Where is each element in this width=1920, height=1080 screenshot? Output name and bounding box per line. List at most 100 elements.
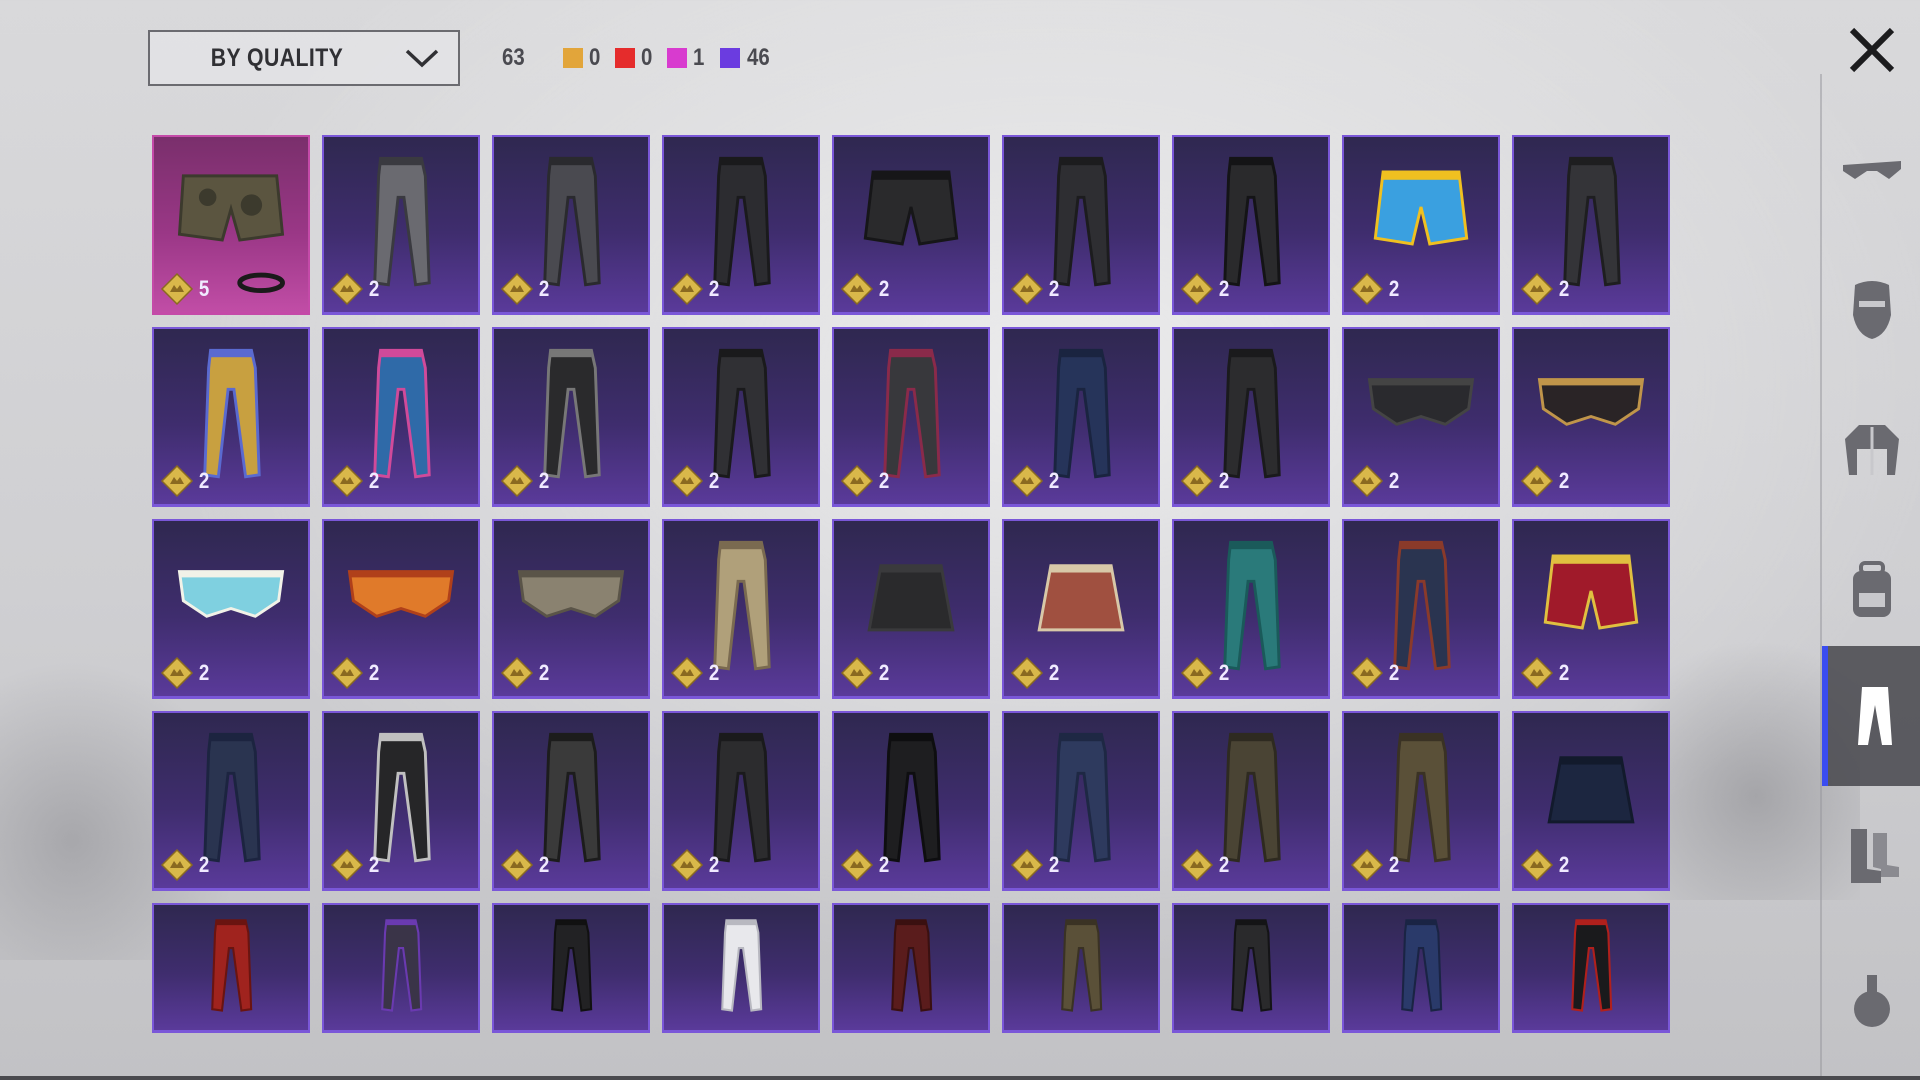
item-card-chain-jeans[interactable]: 2 — [1342, 519, 1500, 699]
rating-badge: 2 — [670, 464, 720, 498]
item-card-tropical-swim-trunks[interactable]: 2 — [152, 519, 310, 699]
quality-count: 46 — [746, 44, 770, 71]
item-card-khaki-pants[interactable]: 2 — [662, 519, 820, 699]
item-card-blue-shorts[interactable]: 2 — [1342, 135, 1500, 315]
item-card-black-mini-skirt[interactable]: 2 — [832, 519, 990, 699]
item-card-black-cargo-pants[interactable]: 2 — [662, 135, 820, 315]
item-card-blue-jeans[interactable]: 2 — [152, 711, 310, 891]
rating-badge: 2 — [840, 272, 890, 306]
item-card-black-briefs[interactable]: 2 — [1342, 327, 1500, 507]
category-tab-backpack[interactable] — [1822, 520, 1920, 660]
pants-icon — [1231, 919, 1273, 1012]
item-card-olive-pants[interactable]: 2 — [1172, 711, 1330, 891]
rating-badge: 2 — [500, 656, 550, 690]
item-card-leather-pants[interactable]: 2 — [832, 711, 990, 891]
item-card-racing-pants[interactable]: 2 — [492, 327, 650, 507]
item-card-red-pants[interactable] — [152, 903, 310, 1033]
category-tab-jacket[interactable] — [1822, 380, 1920, 520]
item-card-denim-jeans[interactable]: 2 — [1002, 711, 1160, 891]
item-card-pink-sash-jeans[interactable]: 2 — [322, 327, 480, 507]
item-card-striped-trunks[interactable]: 2 — [492, 519, 650, 699]
item-card-camo-shorts[interactable]: 5 — [152, 135, 310, 315]
item-card-black-shorts-boots[interactable]: 2 — [832, 135, 990, 315]
rating-badge: 2 — [1350, 848, 1400, 882]
rating-value: 2 — [1218, 468, 1230, 493]
pants-icon — [1401, 919, 1443, 1012]
item-card-dark-jeans[interactable]: 2 — [1512, 135, 1670, 315]
rating-diamond-icon — [1010, 272, 1044, 306]
rating-value: 2 — [1048, 468, 1060, 493]
quality-swatch — [615, 48, 636, 68]
item-card-maroon-pants[interactable] — [832, 903, 990, 1033]
category-tab-grenade[interactable] — [1822, 930, 1920, 1070]
item-card-black-cargo-pants-2[interactable]: 2 — [1172, 327, 1330, 507]
mask-icon — [1853, 281, 1891, 339]
item-card-tactical-black-pants[interactable]: 2 — [1172, 135, 1330, 315]
item-card-orange-floral-trunks[interactable]: 2 — [322, 519, 480, 699]
item-card-floral-briefs[interactable]: 2 — [1512, 327, 1670, 507]
rating-diamond-icon — [330, 272, 364, 306]
item-card-worn-pants[interactable]: 2 — [1342, 711, 1500, 891]
quality-count-item: 46 — [719, 44, 772, 72]
rating-value: 2 — [538, 660, 550, 685]
pants-icon — [721, 919, 763, 1012]
rating-badge: 2 — [1010, 848, 1060, 882]
item-card-grey-track-pants[interactable]: 2 — [322, 135, 480, 315]
rating-value: 2 — [368, 852, 380, 877]
quality-swatch — [562, 48, 583, 68]
item-card-navy-skirt[interactable]: 2 — [1512, 711, 1670, 891]
rating-badge: 2 — [1010, 272, 1060, 306]
item-card-red-trim-pants[interactable]: 2 — [832, 327, 990, 507]
rating-diamond-icon — [1350, 464, 1384, 498]
item-card-white-pants[interactable] — [662, 903, 820, 1033]
rating-badge: 5 — [160, 272, 210, 306]
quality-count-item: 1 — [667, 44, 705, 72]
item-card-black-chinos[interactable]: 2 — [662, 711, 820, 891]
rating-value: 2 — [538, 852, 550, 877]
rating-diamond-icon — [840, 656, 874, 690]
quality-count-item: 0 — [615, 44, 653, 72]
item-card-star-jeans[interactable]: 2 — [322, 711, 480, 891]
category-tab-mask[interactable] — [1822, 240, 1920, 380]
item-card-patterned-leggings[interactable]: 2 — [492, 711, 650, 891]
rating-diamond-icon — [160, 464, 194, 498]
category-tab-boots[interactable] — [1822, 786, 1920, 926]
rating-value: 2 — [708, 468, 720, 493]
item-card-brown-pants[interactable] — [1002, 903, 1160, 1033]
quality-swatch — [719, 48, 740, 68]
item-card-armored-pants[interactable]: 2 — [492, 135, 650, 315]
quality-count-item: 0 — [562, 44, 601, 72]
sort-dropdown[interactable]: BY QUALITY — [148, 30, 460, 86]
item-card-plaid-skirt[interactable]: 2 — [1002, 519, 1160, 699]
rating-diamond-icon — [1520, 848, 1554, 882]
rating-badge: 2 — [1180, 848, 1230, 882]
item-card-teal-jeans[interactable]: 2 — [1172, 519, 1330, 699]
rating-badge: 2 — [1520, 272, 1570, 306]
rating-badge: 2 — [160, 464, 210, 498]
rating-badge: 2 — [330, 656, 380, 690]
rating-diamond-icon — [1350, 848, 1384, 882]
rating-value: 2 — [1048, 660, 1060, 685]
rating-value: 2 — [878, 660, 890, 685]
item-card-black-knee-pants[interactable]: 2 — [1002, 135, 1160, 315]
item-card-purple-stripe-pants[interactable] — [322, 903, 480, 1033]
rating-badge: 2 — [1010, 656, 1060, 690]
rating-diamond-icon — [840, 272, 874, 306]
item-card-plaid-jeans[interactable] — [1342, 903, 1500, 1033]
quality-counts: 63 0 0 1 46 — [500, 40, 785, 76]
item-card-belted-leather-pants[interactable] — [1172, 903, 1330, 1033]
rating-diamond-icon — [500, 464, 534, 498]
item-card-navy-jeans[interactable]: 2 — [1002, 327, 1160, 507]
rating-diamond-icon — [670, 464, 704, 498]
rating-diamond-icon — [670, 272, 704, 306]
item-card-leather-strap-pants[interactable]: 2 — [662, 327, 820, 507]
rating-value: 2 — [538, 276, 550, 301]
rating-value: 2 — [368, 276, 380, 301]
item-card-harlequin-pants[interactable]: 2 — [152, 327, 310, 507]
rating-badge: 2 — [1520, 464, 1570, 498]
item-card-muay-thai-shorts[interactable]: 2 — [1512, 519, 1670, 699]
item-card-red-flame-pants[interactable] — [1512, 903, 1670, 1033]
item-card-black-leather-pants[interactable] — [492, 903, 650, 1033]
category-tab-glasses[interactable] — [1822, 100, 1920, 240]
category-tab-pants[interactable] — [1822, 646, 1920, 786]
